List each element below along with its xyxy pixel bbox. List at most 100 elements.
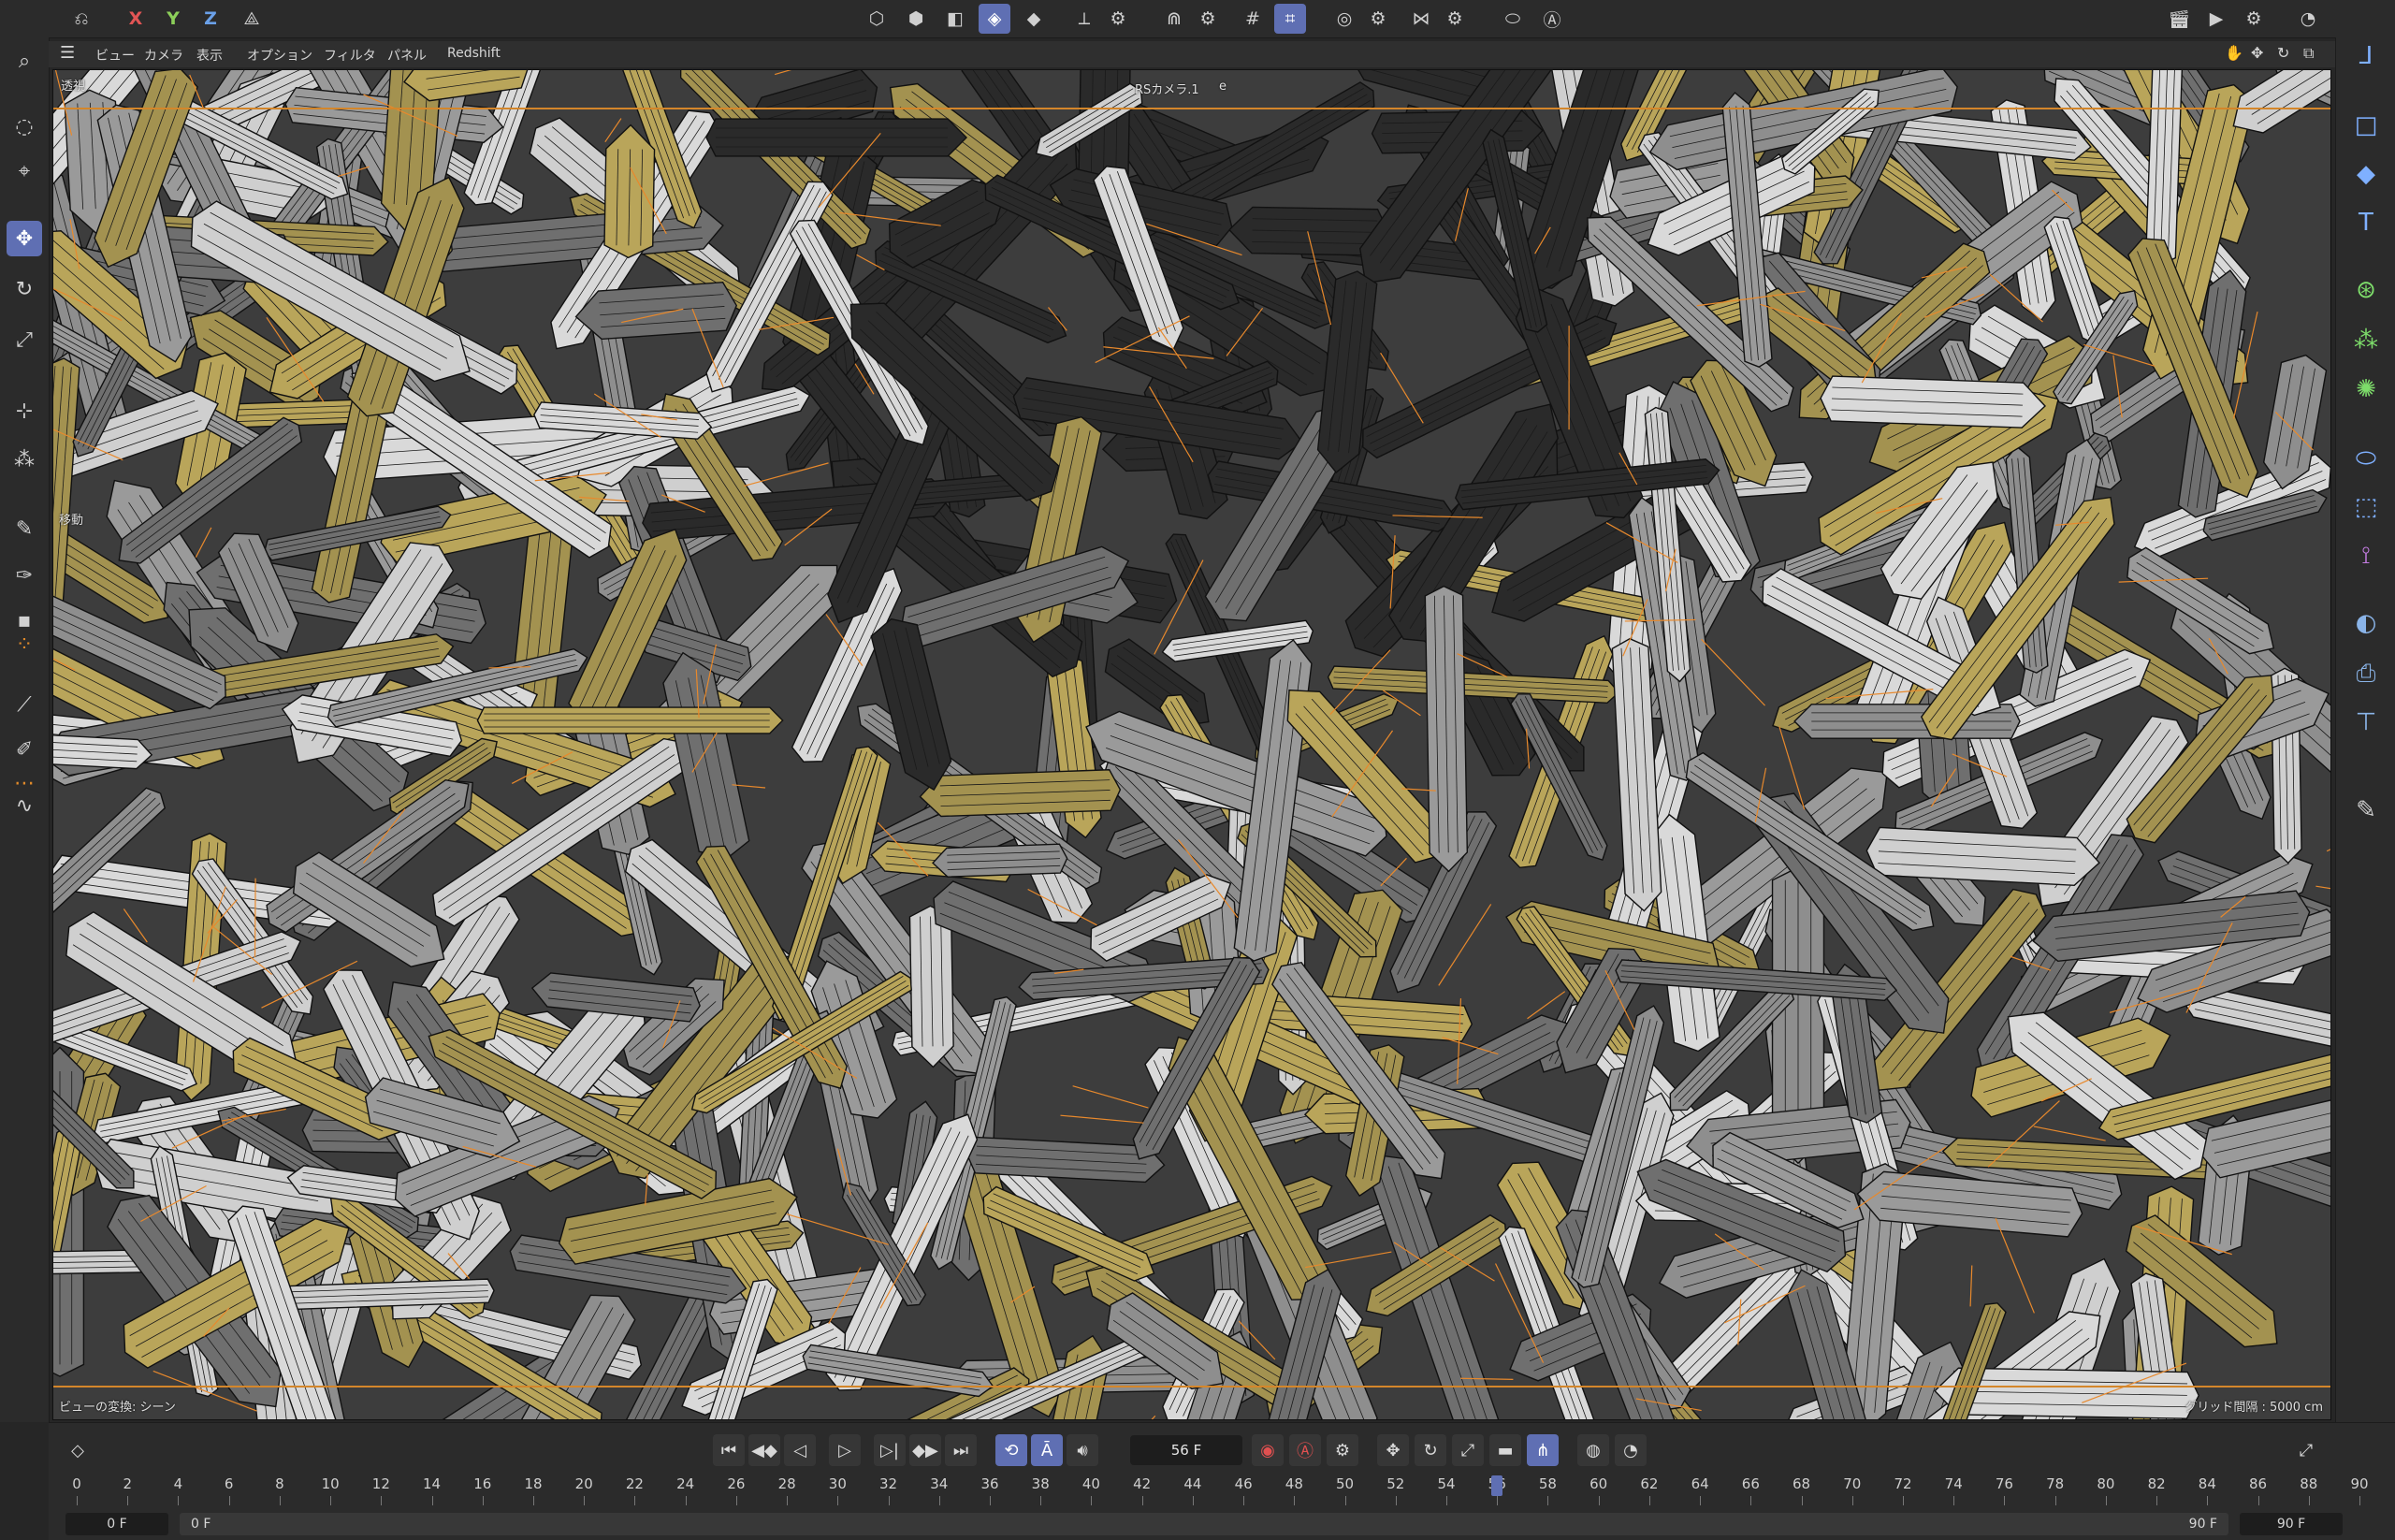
effector-icon[interactable]: ✺ xyxy=(2347,370,2385,408)
text-icon[interactable]: T xyxy=(2347,204,2385,241)
3d-viewport[interactable]: 透視 RSカメラ.1 e 移動 ビューの変換: シーン グリッド間隔 : 500… xyxy=(52,69,2331,1420)
coordinate-icon[interactable]: ⅃ xyxy=(2347,37,2385,75)
workplane-icon[interactable]: ⟂ xyxy=(1068,4,1100,34)
axis-lock-icon[interactable]: ⟁ xyxy=(236,4,268,34)
select-tool-icon[interactable]: ⌖ xyxy=(7,153,42,189)
go-to-start-icon[interactable]: ⏮ xyxy=(713,1434,745,1466)
brush-icon[interactable]: ⟋ xyxy=(7,687,42,722)
axis-z-toggle[interactable]: Z xyxy=(195,4,226,34)
spline-sketch-icon[interactable]: ✑ xyxy=(7,558,42,593)
axis-y-toggle[interactable]: Y xyxy=(157,4,189,34)
camera-icon[interactable]: ⎙ xyxy=(2347,655,2385,692)
render-view-icon[interactable]: 🎬︎ xyxy=(2163,4,2195,34)
move-view-icon[interactable]: ✥ xyxy=(2251,44,2263,62)
timeline-expand-icon[interactable]: ⤢ xyxy=(2290,1434,2322,1466)
previous-key-icon[interactable]: ◀◆ xyxy=(748,1434,780,1466)
playback-rate-icon[interactable]: Ā xyxy=(1031,1434,1063,1466)
render-icon[interactable]: ▶ xyxy=(2200,4,2232,34)
snap-settings-icon[interactable]: ⚙ xyxy=(1192,4,1224,34)
placement-tool-icon[interactable]: ⁂ xyxy=(7,442,42,477)
hamburger-menu-icon[interactable]: ☰ xyxy=(60,43,75,63)
autokey-icon[interactable]: Ⓐ xyxy=(1289,1434,1321,1466)
ruler-tick xyxy=(1345,1496,1346,1505)
point-mode-icon[interactable]: ⬡ xyxy=(861,4,893,34)
previous-frame-icon[interactable]: ◁ xyxy=(784,1434,816,1466)
tag-icon[interactable]: ✎ xyxy=(2347,792,2385,829)
solo-icon[interactable]: ◎ xyxy=(1328,4,1360,34)
menu-panel[interactable]: パネル xyxy=(387,46,427,65)
light-icon[interactable]: ⊤ xyxy=(2347,704,2385,741)
keyframe-selection-icon[interactable]: ⚙ xyxy=(1327,1434,1358,1466)
field-icon[interactable]: ⟟ xyxy=(2347,537,2385,574)
polygon-mode-icon[interactable]: ◧ xyxy=(939,4,971,34)
sound-icon[interactable]: 🔊︎ xyxy=(1067,1434,1098,1466)
loop-icon[interactable]: ⟲ xyxy=(995,1434,1027,1466)
search-icon[interactable]: ⌕ xyxy=(7,43,42,79)
playhead[interactable] xyxy=(1491,1475,1502,1496)
ruler-tick xyxy=(1700,1496,1701,1505)
cube-icon[interactable]: ◆ xyxy=(2347,155,2385,193)
rotate-view-icon[interactable]: ↻ xyxy=(2277,44,2289,62)
ruler-tick xyxy=(584,1496,585,1505)
mograph-icon[interactable]: ⁂ xyxy=(2347,322,2385,359)
symmetry-settings-icon[interactable]: ⚙ xyxy=(1439,4,1471,34)
cloner-icon[interactable]: ⊛ xyxy=(2347,271,2385,309)
go-to-end-icon[interactable]: ⏭ xyxy=(945,1434,977,1466)
live-selection-icon[interactable]: ◌ xyxy=(7,109,42,144)
menu-filter[interactable]: フィルタ xyxy=(324,46,376,65)
transform-tool-icon[interactable]: ⊹ xyxy=(7,393,42,429)
maximize-view-icon[interactable]: ⧉ xyxy=(2303,44,2314,63)
motion-settings-icon[interactable]: ◔ xyxy=(1615,1434,1647,1466)
pan-view-icon[interactable]: ✋ xyxy=(2225,44,2243,62)
snap-icon[interactable]: ⋒ xyxy=(1158,4,1190,34)
history-icon[interactable]: ◔ xyxy=(2292,4,2324,34)
deformer-icon[interactable]: ⬭ xyxy=(2347,440,2385,477)
current-frame-field[interactable]: 56 F xyxy=(1130,1435,1242,1465)
solo-settings-icon[interactable]: ⚙ xyxy=(1362,4,1394,34)
spline-pen-icon[interactable]: ✎ xyxy=(7,511,42,546)
motion-record-icon[interactable]: ◍ xyxy=(1577,1434,1609,1466)
symmetry-icon[interactable]: ⋈ xyxy=(1405,4,1437,34)
model-mode-icon[interactable]: ◈ xyxy=(979,4,1010,34)
edge-mode-icon[interactable]: ⬢ xyxy=(900,4,932,34)
keyframe-diamond-icon[interactable]: ◇ xyxy=(62,1434,94,1466)
environment-icon[interactable]: ◐ xyxy=(2347,604,2385,642)
grid-icon[interactable]: # xyxy=(1237,4,1269,34)
range-end-field[interactable]: 90 F xyxy=(2240,1513,2343,1535)
render-settings-icon[interactable]: ⚙ xyxy=(2238,4,2270,34)
null-object-icon[interactable]: □ xyxy=(2347,107,2385,144)
knife-icon[interactable]: ✐ xyxy=(7,732,42,767)
menu-display[interactable]: 表示 xyxy=(196,46,223,65)
next-key-icon[interactable]: ◆▶ xyxy=(909,1434,941,1466)
menu-view[interactable]: ビュー xyxy=(95,46,135,65)
key-scale-icon[interactable]: ⤢ xyxy=(1452,1434,1484,1466)
crystal-shard xyxy=(933,844,1068,878)
key-pla-icon[interactable]: ⋔ xyxy=(1527,1434,1559,1466)
workplane-settings-icon[interactable]: ⚙ xyxy=(1102,4,1134,34)
preview-range-bar[interactable]: 0 F 90 F xyxy=(180,1513,2228,1535)
record-icon[interactable]: ◉ xyxy=(1252,1434,1284,1466)
shape-group-icon[interactable]: ⁘ xyxy=(7,627,42,662)
rotate-tool-icon[interactable]: ↻ xyxy=(7,271,42,307)
attribute-icon[interactable]: Ⓐ xyxy=(1536,4,1568,34)
next-frame-icon[interactable]: ▷| xyxy=(874,1434,906,1466)
menu-options[interactable]: オプション xyxy=(247,46,312,65)
undo-icon[interactable]: ⎌ xyxy=(65,4,97,34)
key-param-icon[interactable]: ▬ xyxy=(1489,1434,1521,1466)
magnet-icon[interactable]: ∿ xyxy=(7,788,42,823)
move-tool-icon[interactable]: ✥ xyxy=(7,221,42,256)
generator-icon[interactable]: ⬚ xyxy=(2347,488,2385,526)
texture-mode-icon[interactable]: ◆ xyxy=(1018,4,1050,34)
range-start-field[interactable]: 0 F xyxy=(65,1513,168,1535)
key-position-icon[interactable]: ✥ xyxy=(1377,1434,1409,1466)
crystal-shard xyxy=(477,707,782,734)
scale-tool-icon[interactable]: ⤢ xyxy=(7,322,42,357)
vr-icon[interactable]: ⬭ xyxy=(1497,4,1529,34)
key-rotation-icon[interactable]: ↻ xyxy=(1415,1434,1446,1466)
quantize-icon[interactable]: ⌗ xyxy=(1274,4,1306,34)
menu-redshift[interactable]: Redshift xyxy=(447,46,501,61)
timeline-ruler[interactable]: 0246810121416182022242628303234363840424… xyxy=(77,1475,2359,1507)
menu-camera[interactable]: カメラ xyxy=(144,46,183,65)
play-icon[interactable]: ▷ xyxy=(829,1434,861,1466)
axis-x-toggle[interactable]: X xyxy=(120,4,152,34)
